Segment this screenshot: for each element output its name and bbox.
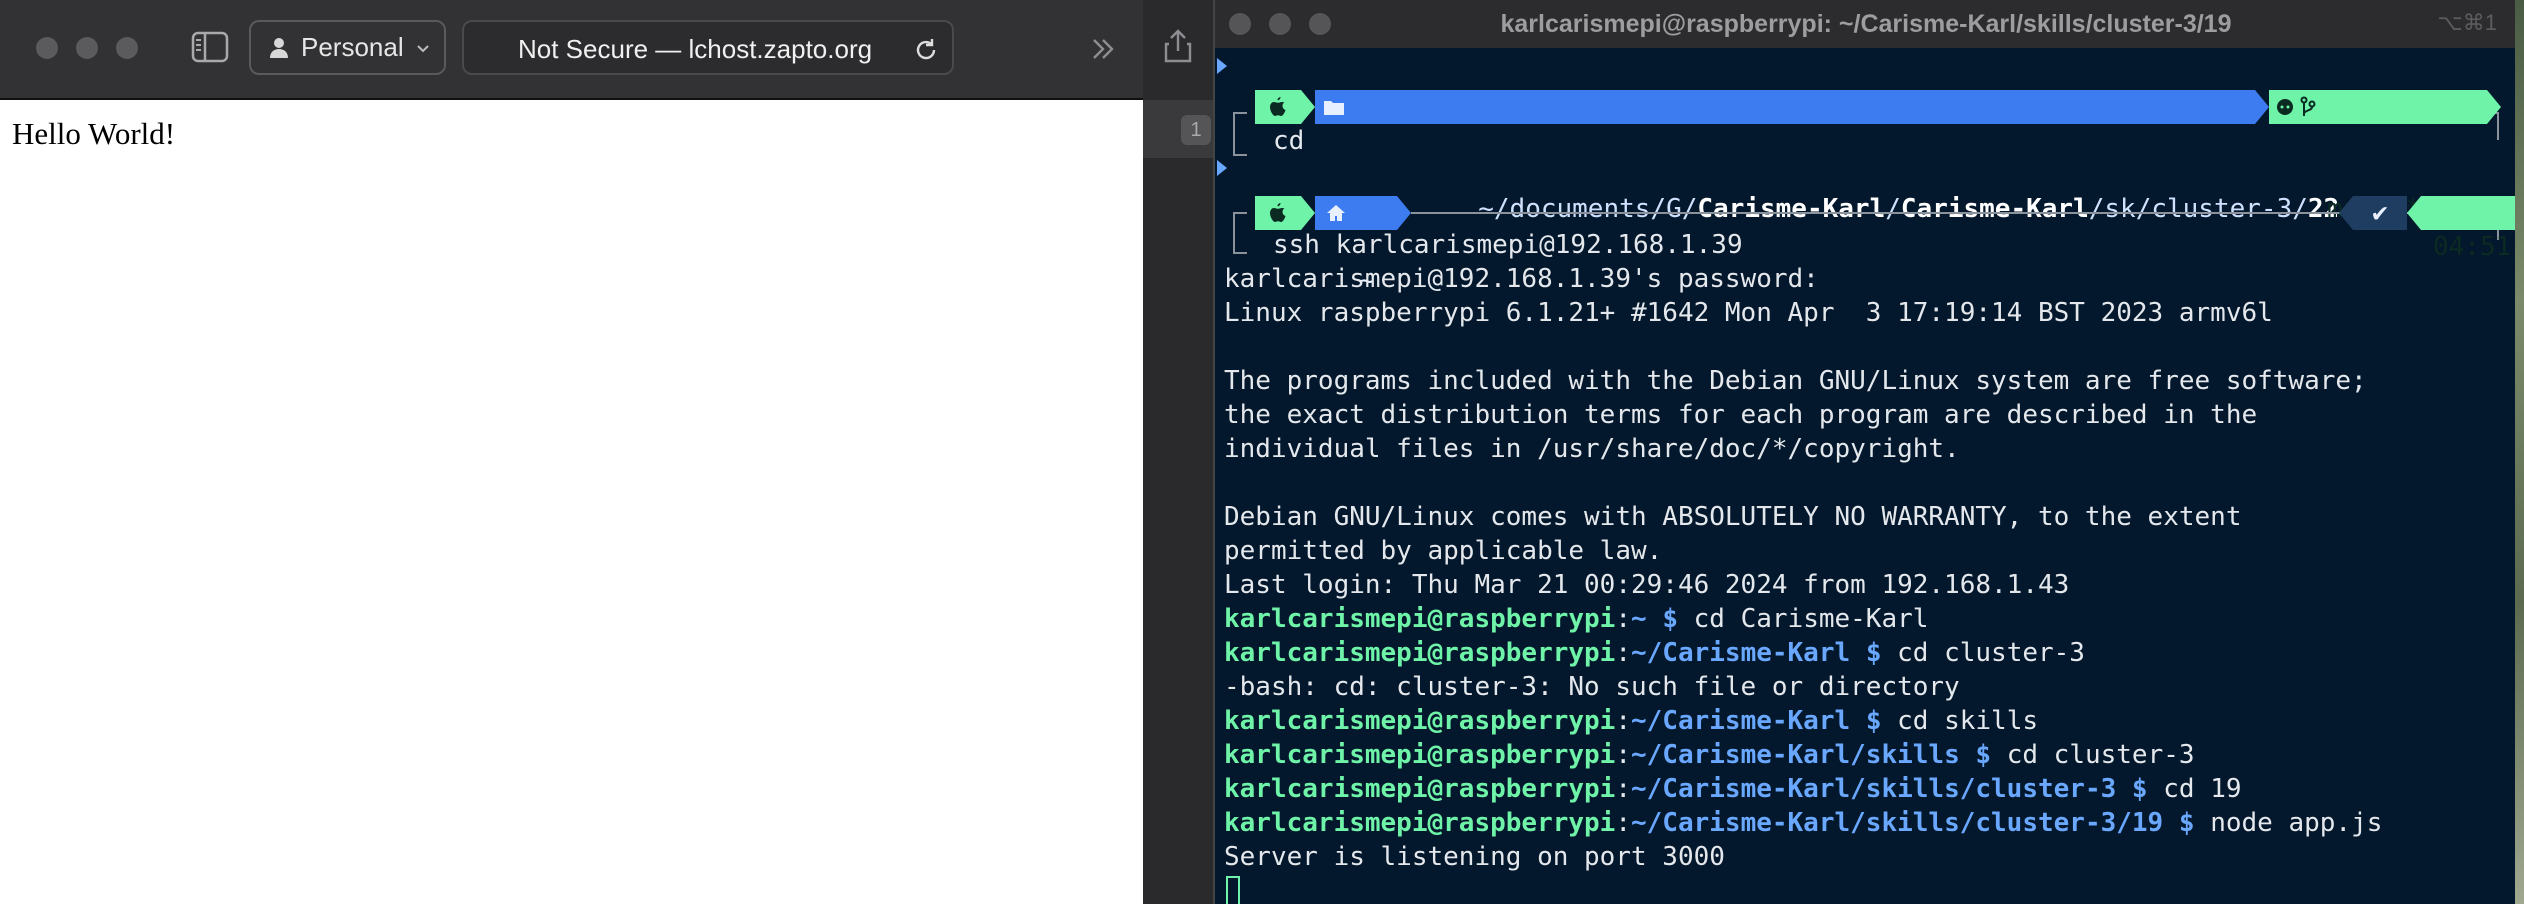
shell-command: cd skills [1897, 706, 2039, 736]
output-line: Debian GNU/Linux comes with ABSOLUTELY N… [1224, 502, 2242, 532]
shell-path: ~/Carisme-Karl [1631, 638, 1851, 668]
shell-path: ~ [1631, 604, 1647, 634]
output-line: Server is listening on port 3000 [1224, 842, 1725, 872]
shell-line: karlcarismepi@raspberrypi:~/Carisme-Karl… [1224, 638, 2085, 668]
home-icon [1327, 205, 1345, 221]
path-text: Carisme-Karl [1900, 194, 2089, 224]
prompt-git-segment: main *1 [2269, 90, 2487, 224]
shell-line: karlcarismepi@raspberrypi:~/Carisme-Karl… [1224, 706, 2039, 736]
prompt-marker-icon [1217, 160, 1227, 176]
output-line: permitted by applicable law. [1224, 536, 1663, 566]
prompt-frame [1233, 112, 1247, 140]
prompt-home-segment: ~ [1315, 196, 1397, 296]
shell-user: karlcarismepi@raspberrypi [1224, 774, 1616, 804]
shell-line: karlcarismepi@raspberrypi:~/Carisme-Karl… [1224, 808, 2383, 838]
output-line: the exact distribution terms for each pr… [1224, 400, 2258, 430]
git-branch-icon [2300, 96, 2316, 116]
output-line: Last login: Thu Mar 21 00:29:46 2024 fro… [1224, 570, 2070, 600]
output-line: karlcarismepi@192.168.1.39's password: [1224, 264, 1819, 294]
prompt-rule [1411, 212, 2411, 214]
error-line: -bash: cd: cluster-3: No such file or di… [1224, 672, 1960, 702]
prompt-path-segment: ~/documents/G/Carisme-Karl/Carisme-Karl/… [1315, 90, 2339, 224]
status-segment: ✔ [2353, 196, 2407, 230]
zoom-window-button[interactable] [116, 37, 138, 59]
segment-arrow [2339, 196, 2353, 230]
sidebar-toggle-icon[interactable] [190, 30, 230, 64]
prompt-frame [1233, 140, 1247, 156]
profile-button[interactable]: Personal [249, 20, 446, 75]
segment-arrow [1301, 196, 1315, 230]
shell-user: karlcarismepi@raspberrypi [1224, 604, 1616, 634]
shell-user: karlcarismepi@raspberrypi [1224, 808, 1616, 838]
shortcut-label: ⌥⌘1 [2437, 10, 2497, 35]
prompt-os-segment [1255, 90, 1301, 124]
prompt-frame [1233, 240, 1247, 254]
apple-icon [1270, 203, 1286, 222]
shell-path: ~/Carisme-Karl/skills [1631, 740, 1960, 770]
segment-arrow [2487, 90, 2501, 124]
minimize-window-button[interactable] [76, 37, 98, 59]
desktop-wallpaper [2515, 0, 2524, 904]
segment-arrow [1397, 196, 1411, 230]
segment-arrow [1301, 90, 1315, 124]
page-text: Hello World! [12, 116, 176, 151]
segment-arrow [2255, 90, 2269, 124]
shell-command: cd 19 [2163, 774, 2242, 804]
chevron-down-icon [417, 45, 429, 53]
shell-line: karlcarismepi@raspberrypi:~ $ cd Carisme… [1224, 604, 1929, 634]
terminal-title: karlcarismepi@raspberrypi: ~/Carisme-Kar… [1500, 10, 2232, 38]
terminal-titlebar: karlcarismepi@raspberrypi: ~/Carisme-Kar… [1215, 0, 2515, 48]
apple-icon [1270, 97, 1286, 116]
shell-command: cd cluster-3 [1897, 638, 2085, 668]
shell-path: ~/Carisme-Karl [1631, 706, 1851, 736]
shell-command: cd cluster-3 [2006, 740, 2195, 770]
output-line: The programs included with the Debian GN… [1224, 366, 2367, 396]
address-bar[interactable]: Not Secure — lchost.zapto.org [462, 20, 954, 75]
chevron-double-right-icon[interactable] [1088, 34, 1118, 64]
browser-toolbar: Personal Not Secure — lchost.zapto.org [0, 0, 1143, 100]
shell-user: karlcarismepi@raspberrypi [1224, 706, 1616, 736]
person-icon [270, 37, 288, 58]
background-window: 1 [1143, 0, 1213, 904]
share-icon[interactable] [1163, 28, 1193, 64]
terminal-output[interactable]: ~/documents/G/Carisme-Karl/Carisme-Karl/… [1215, 48, 2515, 904]
tab-badge: 1 [1181, 115, 1211, 145]
path-text: Carisme-Karl [1697, 194, 1886, 224]
command-text: ssh karlcarismepi@192.168.1.39 [1273, 230, 1743, 260]
profile-label: Personal [301, 32, 404, 62]
shell-command: node app.js [2210, 808, 2383, 838]
shell-user: karlcarismepi@raspberrypi [1224, 740, 1616, 770]
browser-window: Personal Not Secure — lchost.zapto.org H… [0, 0, 1143, 904]
folder-icon [1324, 101, 1344, 115]
time-segment: 04:51:51 AM [2421, 196, 2515, 262]
shell-line: karlcarismepi@raspberrypi:~/Carisme-Karl… [1224, 774, 2242, 804]
prompt-marker-icon [1217, 58, 1227, 74]
terminal-window: karlcarismepi@raspberrypi: ~/Carisme-Kar… [1213, 0, 2515, 904]
github-icon [2277, 99, 2293, 115]
path-text: ~/documents/G/ [1478, 194, 1698, 224]
shell-path: ~/Carisme-Karl/skills/cluster-3/19 [1631, 808, 2164, 838]
address-text: Not Secure — lchost.zapto.org [518, 34, 873, 64]
output-line: individual files in /usr/share/doc/*/cop… [1224, 434, 1960, 464]
close-window-button[interactable] [36, 37, 58, 59]
output-line: Linux raspberrypi 6.1.21+ #1642 Mon Apr … [1224, 298, 2273, 328]
path-text: / [1885, 194, 1901, 224]
command-text: cd [1273, 126, 1305, 156]
segment-arrow [2407, 196, 2421, 230]
terminal-cursor [1226, 876, 1240, 904]
prompt-os-segment [1255, 196, 1301, 230]
shell-line: karlcarismepi@raspberrypi:~/Carisme-Karl… [1224, 740, 2195, 770]
prompt-frame [1233, 212, 1247, 240]
shell-path: ~/Carisme-Karl/skills/cluster-3 [1631, 774, 2117, 804]
web-page-content: Hello World! [0, 102, 1143, 904]
shell-user: karlcarismepi@raspberrypi [1224, 638, 1616, 668]
shell-command: cd Carisme-Karl [1693, 604, 1929, 634]
time-text: 04:51:51 AM [2433, 232, 2515, 262]
reload-icon[interactable] [912, 36, 940, 64]
